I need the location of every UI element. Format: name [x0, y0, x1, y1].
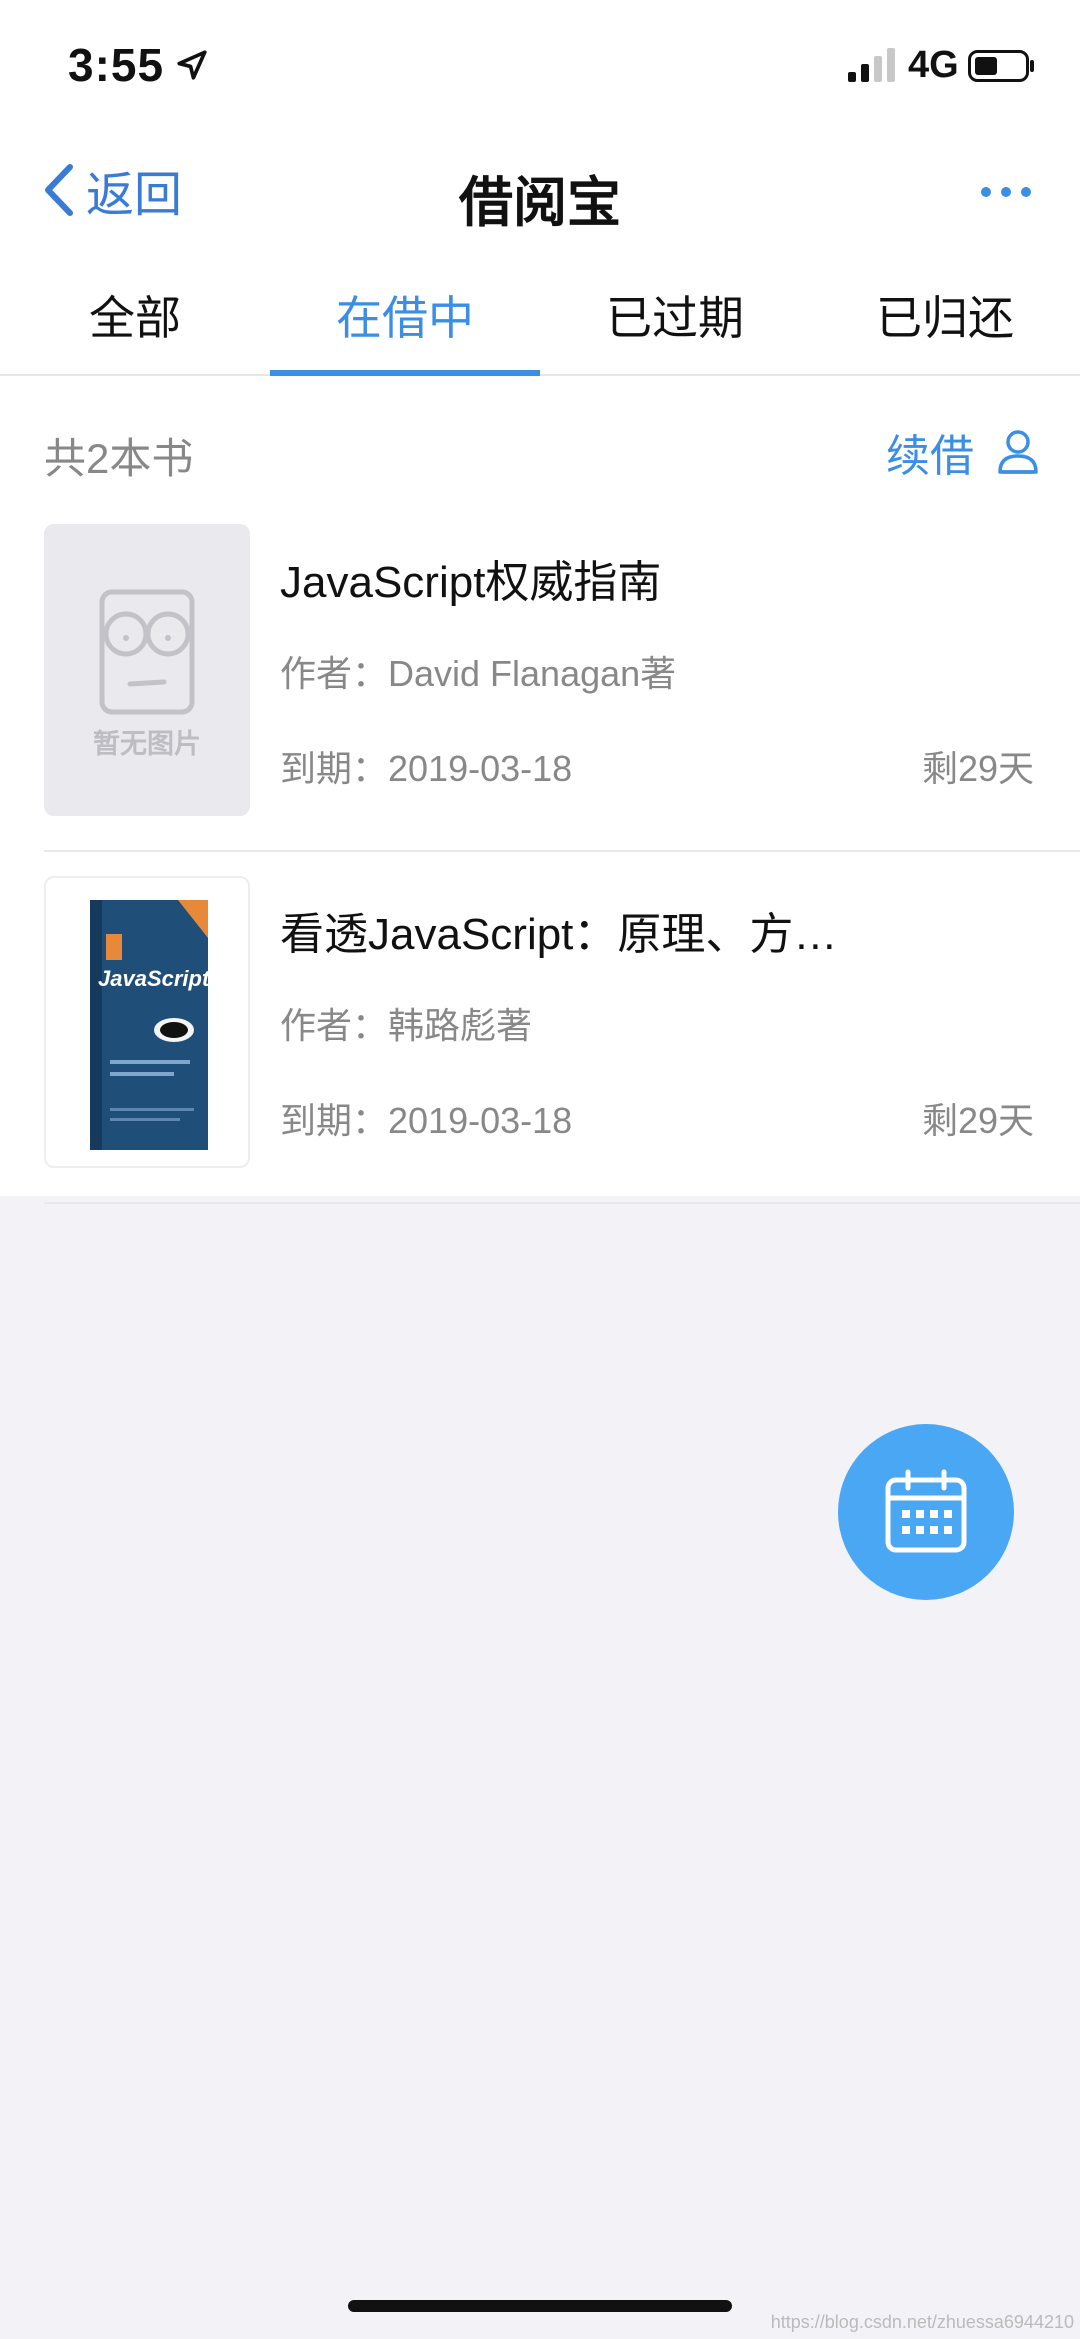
status-bar: 3:55 4G: [0, 0, 1080, 130]
book-cover-art: [90, 900, 208, 1150]
no-image-icon: [99, 589, 195, 715]
renew-label: 续借: [886, 432, 974, 481]
book-cover: JavaScript: [44, 876, 250, 1168]
user-icon: [998, 430, 1038, 474]
calendar-icon: [885, 1469, 967, 1553]
battery-icon: [968, 50, 1034, 82]
no-image-label: 暂无图片: [93, 729, 201, 759]
book-author: 作者：韩路彪著: [280, 1005, 533, 1046]
book-author: 作者：David Flanagan著: [280, 653, 677, 694]
tab-overdue[interactable]: 已过期: [540, 262, 810, 374]
list-item[interactable]: 暂无图片 JavaScript权威指南 作者：David Flanagan著 到…: [0, 500, 1080, 852]
tab-returned[interactable]: 已归还: [810, 262, 1080, 374]
book-remaining-days: 剩29天: [921, 1100, 1034, 1141]
renew-button[interactable]: 续借: [886, 420, 1040, 484]
book-cover-placeholder: 暂无图片: [44, 524, 250, 816]
book-remaining-days: 剩29天: [921, 748, 1034, 789]
list-item[interactable]: JavaScript 看透JavaScript：原理、方… 作者：韩路彪著 到期…: [0, 852, 1080, 1204]
more-icon[interactable]: [978, 180, 1034, 204]
home-indicator[interactable]: [348, 2300, 732, 2312]
signal-icon: [848, 48, 895, 82]
tab-borrowing[interactable]: 在借中: [270, 262, 540, 376]
book-due-date: 到期：2019-03-18: [280, 1100, 573, 1141]
watermark: https://blog.csdn.net/zhuessa6944210: [770, 2312, 1074, 2332]
book-title: JavaScript权威指南: [280, 558, 662, 607]
calendar-button[interactable]: [838, 1424, 1014, 1600]
book-due-date: 到期：2019-03-18: [280, 748, 573, 789]
nav-bar: 返回 借阅宝: [0, 140, 1080, 240]
book-title: 看透JavaScript：原理、方…: [280, 910, 838, 959]
tab-bar: 全部 在借中 已过期 已归还: [0, 262, 1080, 376]
network-type: 4G: [908, 44, 959, 86]
divider: [44, 1202, 1080, 1204]
page-title: 借阅宝: [459, 173, 621, 233]
status-time: 3:55: [68, 39, 165, 91]
tab-all[interactable]: 全部: [0, 262, 270, 374]
book-cover-title: JavaScript: [98, 966, 210, 991]
location-arrow-icon: [177, 50, 207, 80]
book-count: 共2本书: [44, 435, 194, 482]
